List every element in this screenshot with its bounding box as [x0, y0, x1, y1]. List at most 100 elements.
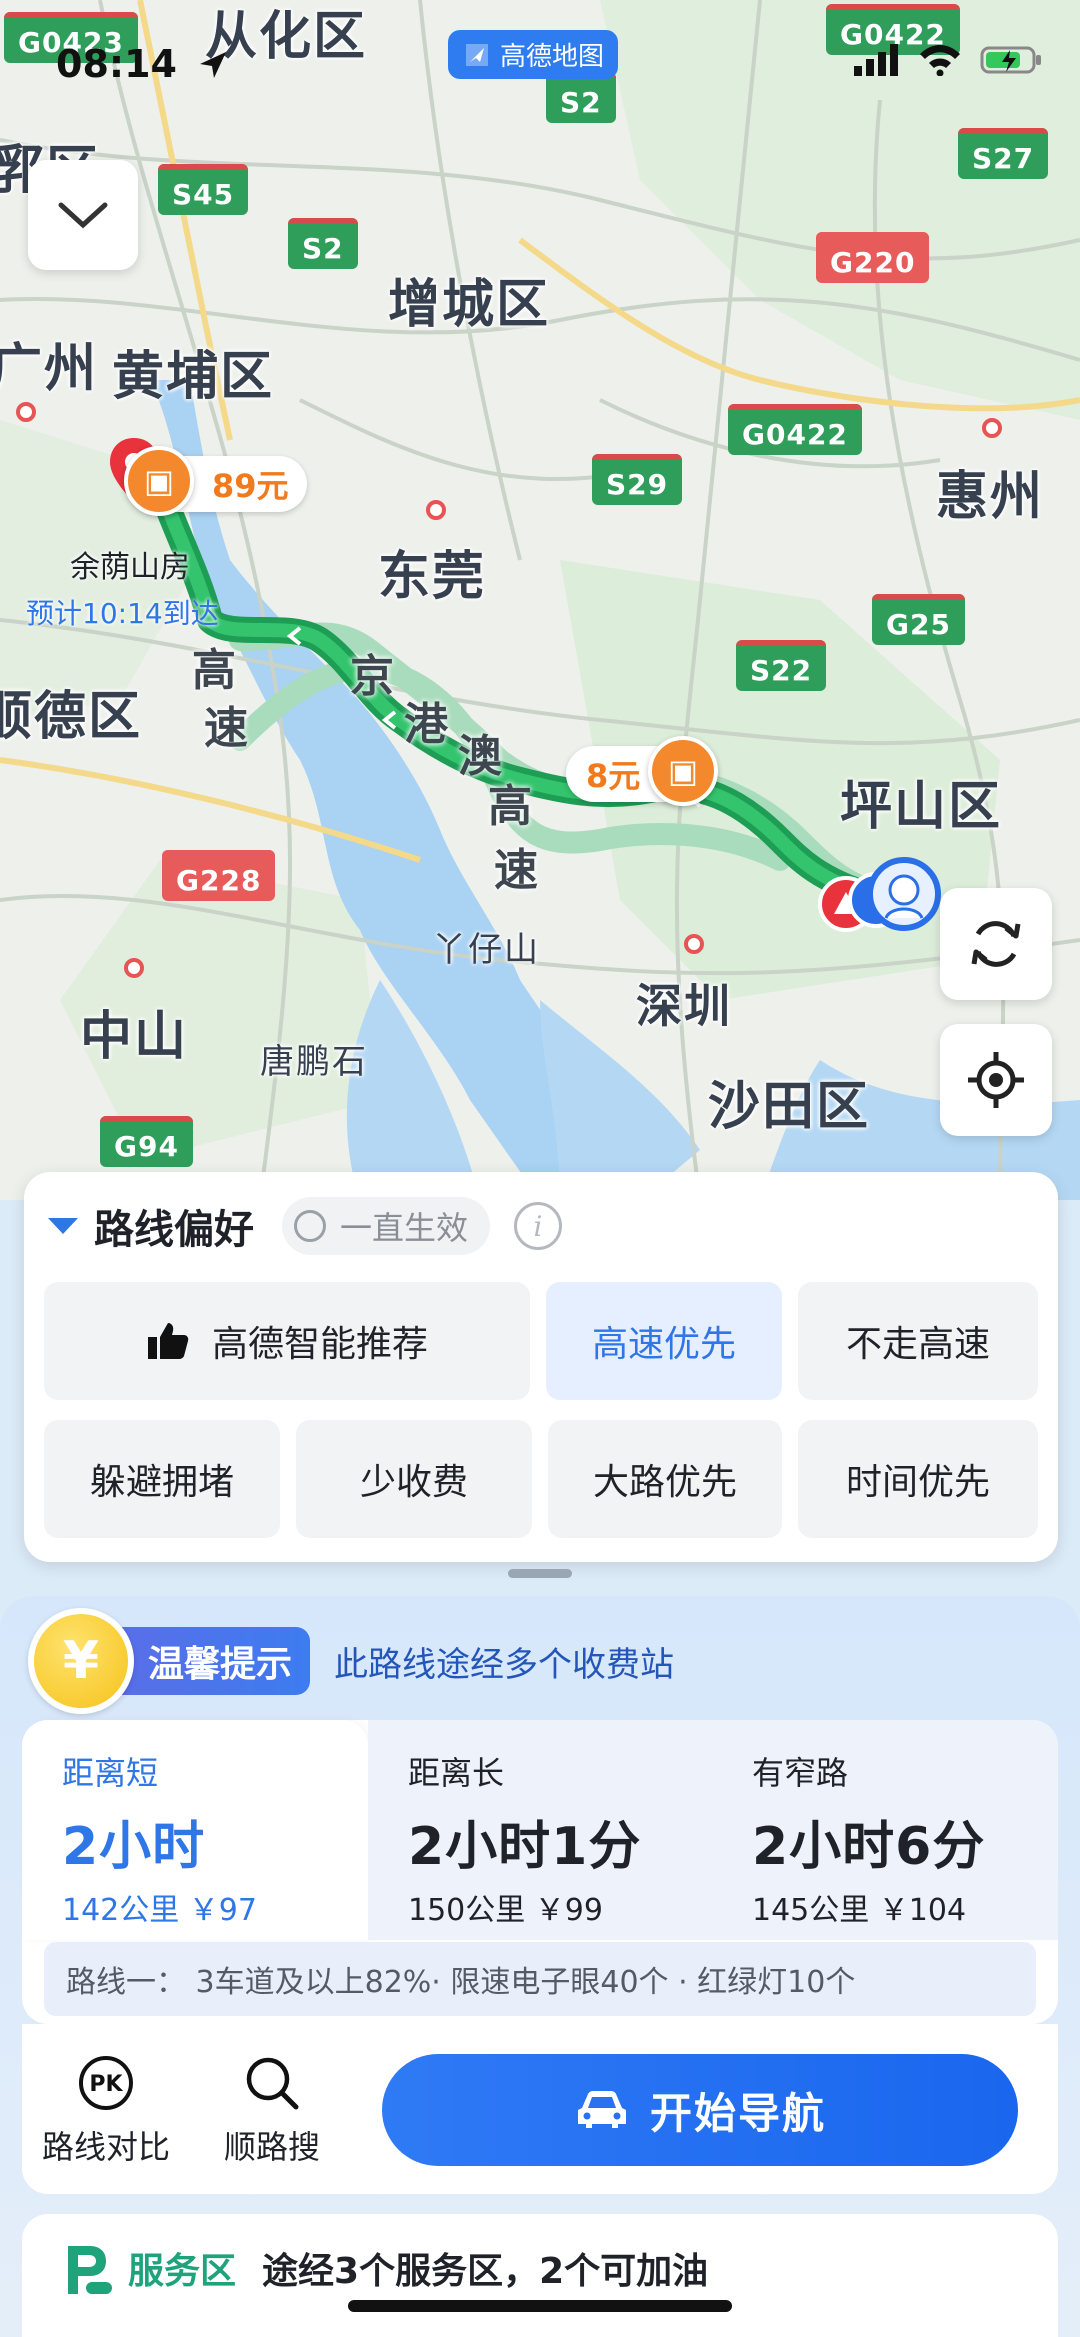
app-name: 高德地图	[500, 42, 605, 72]
pref-option-label: 不走高速	[845, 1324, 990, 1365]
route-tag: 有窄路	[752, 1754, 849, 1792]
start-navigation-label: 开始导航	[649, 2088, 826, 2138]
start-location-marker-icon	[818, 857, 941, 932]
highway-shield: S29	[592, 454, 683, 505]
route-duration: 2小时	[62, 1817, 206, 1877]
highway-shield: G0422	[728, 404, 862, 455]
route-tag: 距离短	[62, 1754, 159, 1792]
route-distance-cost: 145公里 ￥104	[752, 1893, 967, 1928]
service-area-text: 途经3个服务区，2个可加油	[262, 2251, 709, 2292]
pref-option-label: 大路优先	[592, 1462, 737, 1503]
info-icon[interactable]: i	[514, 1202, 563, 1250]
district-label-shatian: 沙田区	[708, 1077, 871, 1137]
toll-amount: 8元	[586, 757, 641, 795]
city-dot	[684, 934, 704, 954]
tip-text: 此路线途经多个收费站	[334, 1644, 675, 1685]
highway-shield: G94	[100, 1116, 193, 1167]
district-label-huangpu: 黄埔区	[112, 347, 275, 407]
district-label-shenzhen: 深圳	[636, 979, 732, 1033]
pref-option-label: 少收费	[359, 1462, 468, 1503]
place-label-tangpengshi: 唐鹏石	[260, 1042, 368, 1082]
refresh-route-button[interactable]	[940, 888, 1052, 1000]
route-label-char: 京	[350, 651, 394, 702]
service-area-info[interactable]: 服务区 途经3个服务区，2个可加油	[22, 2214, 1058, 2337]
route-label-char: 高	[192, 645, 236, 696]
battery-charging-icon	[980, 46, 1041, 74]
route-distance-cost: 142公里 ￥97	[62, 1893, 257, 1928]
highway-shield: S2	[546, 72, 616, 123]
start-navigation-button[interactable]: 开始导航	[382, 2054, 1018, 2166]
route-option-2[interactable]: 距离长 2小时1分 150公里 ￥99	[368, 1720, 712, 1940]
map-view[interactable]: 从化区 郛区 增城区 广州 黄埔区 东莞 惠州 顺德区 坪山区 中山 深圳 沙田…	[0, 0, 1080, 1200]
toll-station-icon: ▣	[648, 736, 718, 806]
always-apply-label: 一直生效	[340, 1209, 469, 1247]
along-route-search-label: 顺路搜	[223, 2128, 320, 2166]
destination-name: 余荫山房	[70, 550, 190, 585]
district-label-huizhou: 惠州	[936, 467, 1045, 527]
crosshair-icon	[968, 1052, 1024, 1108]
route-label-char: 港	[404, 699, 448, 750]
highway-shield: S2	[288, 218, 358, 269]
pref-option-less-toll[interactable]: 少收费	[296, 1420, 532, 1538]
route-distance-cost: 150公里 ￥99	[408, 1893, 603, 1928]
city-dot	[16, 402, 36, 422]
chevron-down-icon	[58, 202, 108, 229]
signal-icon	[854, 44, 898, 76]
location-arrow-icon	[200, 52, 226, 78]
status-time: 08:14	[56, 42, 177, 86]
toll-station-icon: ▣	[124, 446, 194, 516]
app-badge[interactable]: 高德地图	[448, 30, 619, 79]
district-label-guangzhou: 广州	[0, 339, 99, 399]
pref-option-avoid-highway[interactable]: 不走高速	[798, 1282, 1038, 1400]
route-duration: 2小时1分	[408, 1817, 642, 1877]
pk-text: PK	[89, 2072, 123, 2097]
highway-shield: G228	[162, 850, 276, 901]
route-options-card: 距离短 2小时 142公里 ￥97 距离长 2小时1分 150公里 ￥99 有窄…	[22, 1720, 1058, 2024]
highway-shield: S27	[958, 128, 1049, 179]
route-compare-button[interactable]: PK 路线对比	[36, 2054, 176, 2168]
service-area-icon	[68, 2246, 112, 2294]
route-option-1[interactable]: 距离短 2小时 142公里 ￥97	[22, 1720, 368, 1940]
always-apply-toggle[interactable]: 一直生效	[282, 1197, 491, 1255]
place-label-yazaishan: 丫仔山	[432, 930, 540, 970]
pref-option-avoid-congestion[interactable]: 躲避拥堵	[44, 1420, 280, 1538]
pref-option-label: 躲避拥堵	[89, 1462, 234, 1503]
locate-me-button[interactable]	[940, 1024, 1052, 1136]
car-icon	[577, 2091, 626, 2128]
toll-amount: 89元	[212, 467, 289, 505]
pref-option-label: 时间优先	[845, 1462, 990, 1503]
district-label-shunde: 顺德区	[0, 687, 143, 747]
route-label-char: 高	[488, 781, 532, 832]
route-detail-summary[interactable]: 路线一： 3车道及以上82%· 限速电子眼40个 · 红绿灯10个	[44, 1942, 1036, 2016]
home-indicator[interactable]	[348, 2300, 732, 2312]
district-label-zhongshan: 中山	[80, 1007, 189, 1067]
pref-option-label: 高速优先	[591, 1324, 736, 1365]
wifi-icon	[920, 45, 960, 76]
toll-tip: ¥ 温馨提示 此路线途经多个收费站	[28, 1606, 674, 1716]
pref-option-smart-recommend[interactable]: 高德智能推荐	[44, 1282, 530, 1400]
status-icons	[854, 44, 1044, 76]
destination-eta: 预计10:14到达	[26, 597, 219, 630]
collapse-triangle-icon[interactable]	[46, 1215, 80, 1237]
search-icon	[243, 2054, 301, 2112]
route-label-char: 速	[204, 703, 248, 754]
pref-option-highway-first[interactable]: 高速优先	[546, 1282, 782, 1400]
collapse-button[interactable]	[28, 160, 138, 270]
pref-option-label: 高德智能推荐	[211, 1324, 428, 1365]
city-dot	[124, 958, 144, 978]
along-route-search-button[interactable]: 顺路搜	[212, 2054, 332, 2168]
highway-shield: G25	[872, 594, 965, 645]
action-bar: PK 路线对比 顺路搜 开始导航	[22, 2024, 1058, 2194]
pref-option-time-first[interactable]: 时间优先	[798, 1420, 1038, 1538]
sheet-drag-handle[interactable]	[508, 1569, 572, 1578]
route-preference-panel: 路线偏好 一直生效 i 高德智能推荐 高速优先 不走高速 躲避拥堵 少收费 大路…	[24, 1172, 1058, 1562]
district-label-dongguan: 东莞	[378, 547, 487, 607]
district-label-zengcheng: 增城区	[388, 275, 551, 335]
radio-circle-icon	[294, 1210, 326, 1242]
route-option-3[interactable]: 有窄路 2小时6分 145公里 ￥104	[712, 1720, 1058, 1940]
highway-shield: S45	[158, 164, 249, 215]
pref-option-main-road[interactable]: 大路优先	[548, 1420, 782, 1538]
tip-badge: 温馨提示	[114, 1627, 311, 1695]
city-dot	[982, 418, 1002, 438]
refresh-icon	[971, 921, 1021, 967]
